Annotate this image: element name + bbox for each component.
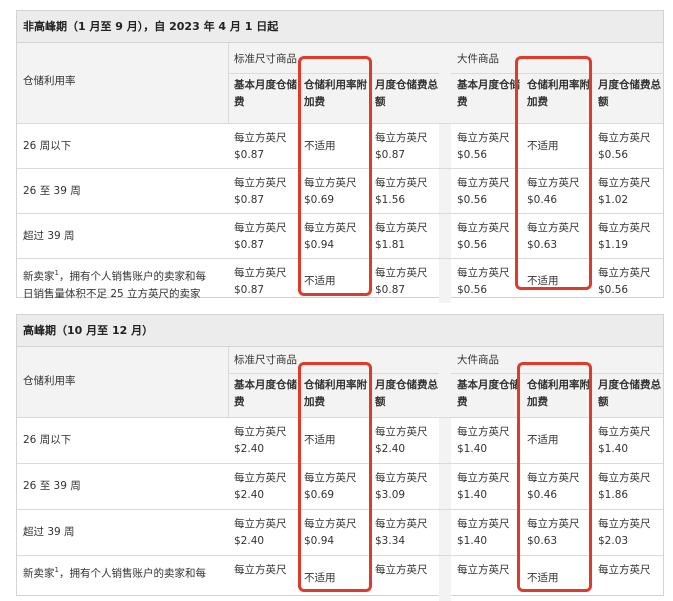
col-total-fee-oversize: 月度仓储费总额	[598, 379, 661, 408]
fee-cell: 每立方英尺 $2.40	[234, 518, 287, 547]
fee-cell: 每立方英尺 $2.03	[598, 518, 651, 547]
row-header-label: 仓储利用率	[23, 375, 76, 387]
fee-cell: 每立方英尺 $0.87	[234, 177, 287, 206]
fee-cell: 每立方英尺 $1.56	[375, 177, 428, 206]
row-header-label: 仓储利用率	[23, 75, 76, 87]
group-oversize-label: 大件商品	[457, 53, 499, 65]
surcharge-highlight-oversize	[515, 56, 592, 290]
surcharge-highlight-oversize	[517, 362, 592, 592]
fee-cell: 每立方英尺 $1.86	[598, 472, 651, 501]
row-label: 26 周以下	[23, 139, 72, 152]
col-total-fee-oversize: 月度仓储费总额	[598, 79, 661, 108]
fee-cell: 每立方英尺 $1.40	[598, 426, 651, 455]
row-label: 超过 39 周	[23, 229, 75, 242]
fee-cell: 每立方英尺 $0.87	[375, 267, 428, 296]
fee-cell: 每立方英尺 $1.40	[457, 472, 510, 501]
col-total-fee: 月度仓储费总额	[375, 379, 438, 408]
fee-cell: 每立方英尺 $0.87	[234, 267, 287, 296]
fee-cell: 每立方英尺 $1.19	[598, 222, 651, 251]
row-label: 新卖家1，拥有个人销售账户的卖家和每	[23, 566, 206, 580]
fee-cell: 每立方英尺 $0.56	[457, 177, 510, 206]
fee-cell: 每立方英尺 $0.56	[457, 222, 510, 251]
fee-cell: 每立方英尺 $0.56	[598, 132, 651, 161]
fee-cell: 每立方英尺	[457, 564, 510, 576]
fee-cell: 每立方英尺 $2.40	[375, 426, 428, 455]
surcharge-highlight-standard	[298, 362, 372, 592]
fee-cell: 每立方英尺 $1.81	[375, 222, 428, 251]
fee-cell: 每立方英尺 $0.56	[457, 267, 510, 296]
col-base-fee: 基本月度仓储费	[234, 79, 297, 108]
fee-cell: 每立方英尺	[234, 564, 287, 576]
fee-cell: 每立方英尺 $1.40	[457, 426, 510, 455]
col-base-fee-oversize: 基本月度仓储费	[457, 79, 520, 108]
group-oversize-label: 大件商品	[457, 354, 499, 366]
row-label: 26 至 39 周	[23, 480, 81, 492]
row-label: 26 至 39 周	[23, 184, 81, 197]
surcharge-highlight-standard	[298, 56, 372, 296]
table-title: 高峰期（10 月至 12 月）	[17, 315, 663, 347]
fee-cell: 每立方英尺 $2.40	[234, 426, 287, 455]
group-standard-label: 标准尺寸商品	[234, 354, 297, 366]
row-label: 超过 39 周	[23, 526, 75, 538]
fee-cell: 每立方英尺 $0.87	[234, 132, 287, 161]
col-base-fee: 基本月度仓储费	[234, 379, 297, 408]
col-total-fee: 月度仓储费总额	[375, 79, 438, 108]
group-standard-label: 标准尺寸商品	[234, 53, 297, 65]
fee-cell: 每立方英尺	[375, 564, 428, 576]
table-title: 非高峰期（1 月至 9 月），自 2023 年 4 月 1 日起	[17, 11, 663, 43]
col-base-fee-oversize: 基本月度仓储费	[457, 379, 520, 408]
fee-cell: 每立方英尺 $1.02	[598, 177, 651, 206]
fee-cell: 每立方英尺 $1.40	[457, 518, 510, 547]
row-label: 新卖家1，拥有个人销售账户的卖家和每 日销售量体积不足 25 立方英尺的卖家	[23, 269, 206, 300]
fee-cell: 每立方英尺	[598, 564, 651, 576]
fee-cell: 每立方英尺 $0.87	[375, 132, 428, 161]
fee-cell: 每立方英尺 $2.40	[234, 472, 287, 501]
fee-cell: 每立方英尺 $0.56	[457, 132, 510, 161]
fee-cell: 每立方英尺 $3.09	[375, 472, 428, 501]
row-label: 26 周以下	[23, 434, 72, 446]
fee-cell: 每立方英尺 $0.56	[598, 267, 651, 296]
fee-cell: 每立方英尺 $3.34	[375, 518, 428, 547]
fee-cell: 每立方英尺 $0.87	[234, 222, 287, 251]
